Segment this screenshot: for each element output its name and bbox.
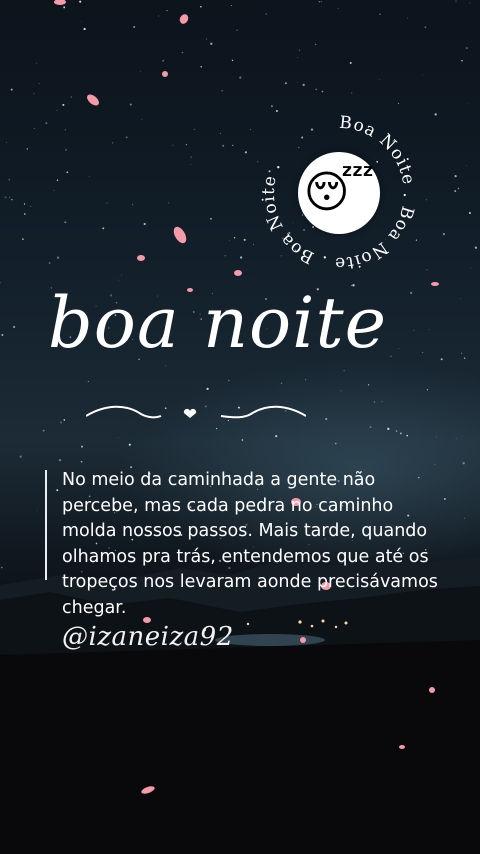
author-handle: @izaneiza92 [62,622,234,652]
quote-text: No meio da caminhada a gente não percebe… [62,470,438,618]
sleeping-face-icon: 😴 [303,167,375,218]
heart-icon [183,408,197,418]
quote-bar [45,470,47,580]
sleeping-badge: 😴 [298,152,380,234]
page-title: boa noite [48,282,388,364]
heart-divider [86,405,306,419]
wallpaper: Boa Noite . Boa Noite . Boa Noite . 😴 bo… [0,0,480,854]
